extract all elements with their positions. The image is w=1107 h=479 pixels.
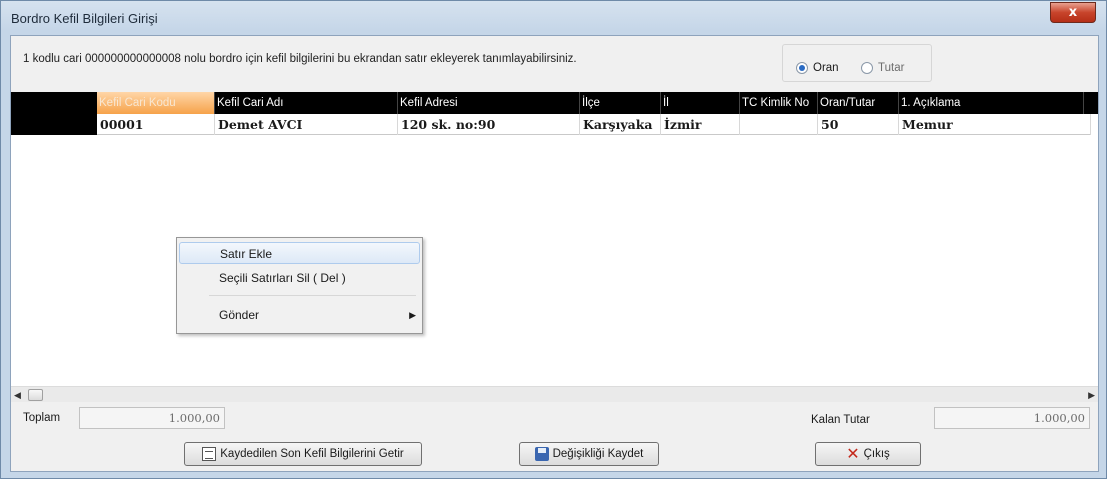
kalan-tutar-label: Kalan Tutar xyxy=(811,414,870,426)
row-selector[interactable] xyxy=(11,114,97,135)
radio-oran-label: Oran xyxy=(813,62,839,74)
close-button[interactable]: x xyxy=(1050,2,1096,23)
kaydet-button-label: Değişikliği Kaydet xyxy=(552,448,644,460)
window-title: Bordro Kefil Bilgileri Girişi xyxy=(11,11,158,26)
cell-tc-kimlik-no[interactable] xyxy=(740,114,818,135)
column-header-aciklama[interactable]: 1. Açıklama xyxy=(899,92,1084,114)
totals-bar: Toplam 1.000,00 Kalan Tutar 1.000,00 xyxy=(11,403,1098,433)
column-header-kefil-adresi[interactable]: Kefil Adresi xyxy=(398,92,580,114)
x-icon: ✕ xyxy=(846,444,860,463)
save-icon xyxy=(534,447,549,461)
kalan-tutar-field: 1.000,00 xyxy=(934,407,1090,429)
column-header-kefil-cari-kodu[interactable]: Kefil Cari Kodu xyxy=(97,92,215,114)
cikis-button[interactable]: ✕ Çıkış xyxy=(815,442,921,466)
kaydet-button[interactable]: Değişikliği Kaydet xyxy=(519,442,659,466)
scroll-right-icon[interactable]: ▶ xyxy=(1088,390,1095,401)
toplam-label: Toplam xyxy=(23,412,61,424)
getir-button-label: Kaydedilen Son Kefil Bilgilerini Getir xyxy=(220,448,404,460)
scroll-thumb[interactable] xyxy=(28,389,43,401)
menu-item-gonder-label: Gönder xyxy=(219,308,260,322)
close-icon: x xyxy=(1068,5,1078,20)
radio-oran-dot[interactable] xyxy=(796,62,808,74)
grid-header: Kefil Cari Kodu Kefil Cari Adı Kefil Adr… xyxy=(11,92,1098,114)
radio-tutar-dot[interactable] xyxy=(861,62,873,74)
radio-tutar-label: Tutar xyxy=(878,62,905,74)
menu-item-satir-ekle[interactable]: Satır Ekle xyxy=(179,242,420,264)
submenu-arrow-icon: ▶ xyxy=(409,310,416,320)
radio-tutar[interactable]: Tutar xyxy=(861,62,904,74)
title-bar[interactable]: Bordro Kefil Bilgileri Girişi x xyxy=(1,1,1106,35)
column-header-oran-tutar[interactable]: Oran/Tutar xyxy=(818,92,899,114)
cikis-button-label: Çıkış xyxy=(863,448,890,460)
cell-oran-tutar[interactable]: 50 xyxy=(818,114,899,135)
getir-button[interactable]: Kaydedilen Son Kefil Bilgilerini Getir xyxy=(184,442,422,466)
cell-aciklama[interactable]: Memur xyxy=(899,114,1091,135)
cell-ilce[interactable]: Karşıyaka xyxy=(580,114,661,135)
menu-item-secili-satirlari-sil[interactable]: Seçili Satırları Sil ( Del ) xyxy=(179,267,420,289)
document-icon xyxy=(202,447,217,461)
cell-il[interactable]: İzmir xyxy=(661,114,740,135)
column-header-tc-kimlik-no[interactable]: TC Kimlik No xyxy=(740,92,818,114)
mode-radio-group: Oran Tutar xyxy=(782,44,932,82)
column-header-kefil-cari-adi[interactable]: Kefil Cari Adı xyxy=(215,92,398,114)
table-row[interactable]: 00001 Demet AVCI 120 sk. no:90 Karşıyaka… xyxy=(11,114,1091,135)
cell-kefil-cari-adi[interactable]: Demet AVCI xyxy=(215,114,398,135)
column-header-ilce[interactable]: İlçe xyxy=(580,92,661,114)
scroll-left-icon[interactable]: ◀ xyxy=(14,390,21,401)
menu-item-gonder[interactable]: Gönder ▶ xyxy=(179,304,420,326)
column-header-il[interactable]: İl xyxy=(661,92,740,114)
kefil-grid[interactable]: Kefil Cari Kodu Kefil Cari Adı Kefil Adr… xyxy=(11,92,1098,386)
radio-oran[interactable]: Oran xyxy=(796,62,839,74)
info-text: 1 kodlu cari 000000000000008 nolu bordro… xyxy=(23,53,577,65)
button-bar: Kaydedilen Son Kefil Bilgilerini Getir D… xyxy=(11,437,1098,471)
dialog-window: Bordro Kefil Bilgileri Girişi x 1 kodlu … xyxy=(0,0,1107,479)
dialog-client: 1 kodlu cari 000000000000008 nolu bordro… xyxy=(10,35,1099,472)
horizontal-scrollbar[interactable]: ◀ ▶ xyxy=(11,386,1098,402)
cell-kefil-adresi[interactable]: 120 sk. no:90 xyxy=(398,114,580,135)
toplam-field: 1.000,00 xyxy=(79,407,225,429)
menu-separator xyxy=(209,295,416,296)
cell-kefil-cari-kodu[interactable]: 00001 xyxy=(97,114,215,135)
context-menu: Satır Ekle Seçili Satırları Sil ( Del ) … xyxy=(176,237,423,334)
